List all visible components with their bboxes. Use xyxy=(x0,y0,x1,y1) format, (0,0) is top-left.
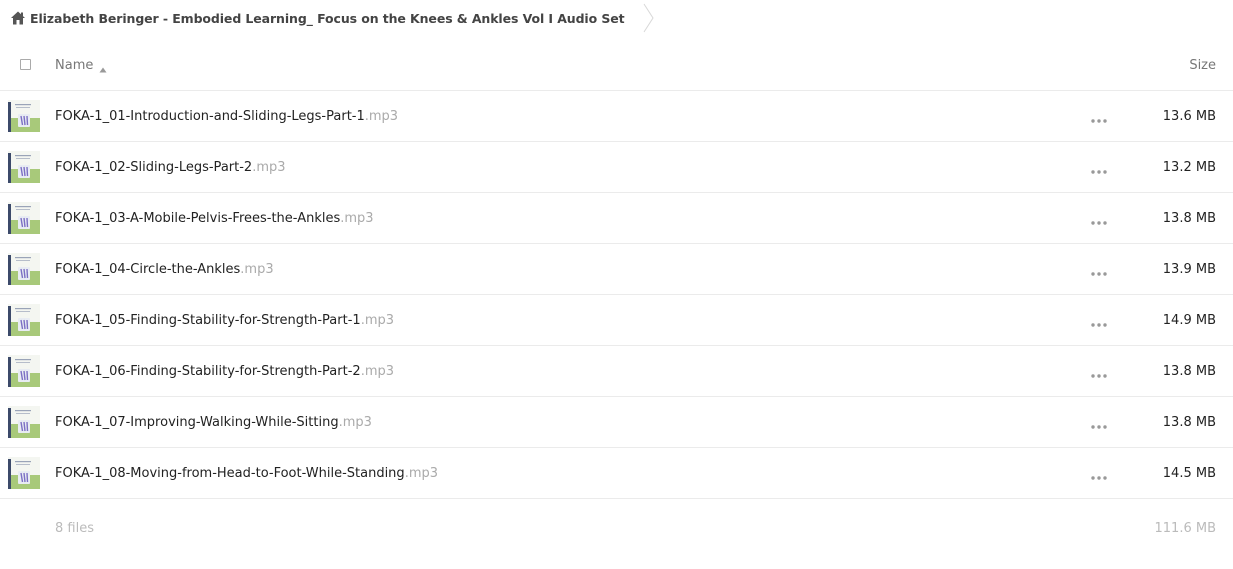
file-basename: FOKA-1_08-Moving-from-Head-to-Foot-While… xyxy=(55,465,405,481)
file-size: 13.9 MB xyxy=(1162,261,1216,277)
table-summary: 8 files 111.6 MB xyxy=(0,499,1233,557)
file-size: 14.5 MB xyxy=(1162,465,1216,481)
file-extension: .mp3 xyxy=(252,159,286,175)
file-basename: FOKA-1_04-Circle-the-Ankles xyxy=(55,261,241,277)
file-name[interactable]: FOKA-1_01-Introduction-and-Sliding-Legs-… xyxy=(55,91,398,141)
breadcrumb-separator-icon xyxy=(643,0,655,36)
file-list: FOKA-1_01-Introduction-and-Sliding-Legs-… xyxy=(0,91,1233,499)
total-size: 111.6 MB xyxy=(1154,520,1216,536)
breadcrumb-folder[interactable]: Elizabeth Beringer - Embodied Learning_ … xyxy=(0,0,643,36)
more-options-icon[interactable] xyxy=(1089,111,1109,123)
file-name[interactable]: FOKA-1_02-Sliding-Legs-Part-2 .mp3 xyxy=(55,142,286,192)
album-art-thumbnail xyxy=(8,253,40,285)
file-extension: .mp3 xyxy=(340,210,374,226)
album-art-thumbnail xyxy=(8,457,40,489)
table-row[interactable]: FOKA-1_01-Introduction-and-Sliding-Legs-… xyxy=(0,91,1233,142)
file-name[interactable]: FOKA-1_04-Circle-the-Ankles .mp3 xyxy=(55,244,274,294)
file-basename: FOKA-1_06-Finding-Stability-for-Strength… xyxy=(55,363,361,379)
more-options-icon[interactable] xyxy=(1089,162,1109,174)
column-header-name[interactable]: Name xyxy=(55,40,107,90)
file-size: 13.8 MB xyxy=(1162,414,1216,430)
breadcrumb: Elizabeth Beringer - Embodied Learning_ … xyxy=(0,0,655,36)
album-art-thumbnail xyxy=(8,355,40,387)
file-basename: FOKA-1_07-Improving-Walking-While-Sittin… xyxy=(55,414,339,430)
file-count: 8 files xyxy=(55,520,94,536)
file-size: 13.8 MB xyxy=(1162,363,1216,379)
file-name[interactable]: FOKA-1_05-Finding-Stability-for-Strength… xyxy=(55,295,394,345)
file-name[interactable]: FOKA-1_06-Finding-Stability-for-Strength… xyxy=(55,346,394,396)
table-row[interactable]: FOKA-1_04-Circle-the-Ankles .mp3 13.9 MB xyxy=(0,244,1233,295)
home-icon xyxy=(10,10,26,26)
more-options-icon[interactable] xyxy=(1089,315,1109,327)
album-art-thumbnail xyxy=(8,304,40,336)
more-options-icon[interactable] xyxy=(1089,264,1109,276)
file-extension: .mp3 xyxy=(404,465,439,481)
file-name[interactable]: FOKA-1_08-Moving-from-Head-to-Foot-While… xyxy=(55,448,438,498)
more-options-icon[interactable] xyxy=(1089,468,1109,480)
file-basename: FOKA-1_02-Sliding-Legs-Part-2 xyxy=(55,159,253,175)
file-extension: .mp3 xyxy=(364,108,399,124)
sort-ascending-icon xyxy=(99,62,107,73)
column-header-name-label: Name xyxy=(55,57,94,73)
table-row[interactable]: FOKA-1_06-Finding-Stability-for-Strength… xyxy=(0,346,1233,397)
album-art-thumbnail xyxy=(8,100,40,132)
table-row[interactable]: FOKA-1_08-Moving-from-Head-to-Foot-While… xyxy=(0,448,1233,499)
file-name[interactable]: FOKA-1_03-A-Mobile-Pelvis-Frees-the-Ankl… xyxy=(55,193,374,243)
file-size: 13.2 MB xyxy=(1162,159,1216,175)
table-row[interactable]: FOKA-1_07-Improving-Walking-While-Sittin… xyxy=(0,397,1233,448)
album-art-thumbnail xyxy=(8,151,40,183)
table-row[interactable]: FOKA-1_02-Sliding-Legs-Part-2 .mp3 13.2 MB xyxy=(0,142,1233,193)
select-all-checkbox[interactable] xyxy=(20,59,31,70)
column-header-size-label: Size xyxy=(1189,57,1216,73)
album-art-thumbnail xyxy=(8,406,40,438)
more-options-icon[interactable] xyxy=(1089,213,1109,225)
file-extension: .mp3 xyxy=(360,363,395,379)
table-row[interactable]: FOKA-1_03-A-Mobile-Pelvis-Frees-the-Ankl… xyxy=(0,193,1233,244)
file-basename: FOKA-1_01-Introduction-and-Sliding-Legs-… xyxy=(55,108,365,124)
file-size: 13.6 MB xyxy=(1162,108,1216,124)
file-size: 13.8 MB xyxy=(1162,210,1216,226)
file-extension: .mp3 xyxy=(360,312,395,328)
file-extension: .mp3 xyxy=(240,261,274,277)
file-name[interactable]: FOKA-1_07-Improving-Walking-While-Sittin… xyxy=(55,397,372,447)
breadcrumb-folder-title: Elizabeth Beringer - Embodied Learning_ … xyxy=(30,10,625,26)
more-options-icon[interactable] xyxy=(1089,366,1109,378)
file-table: Name Size FOKA-1_01-Introduction-and-Sli… xyxy=(0,40,1233,557)
file-extension: .mp3 xyxy=(338,414,372,430)
file-basename: FOKA-1_03-A-Mobile-Pelvis-Frees-the-Ankl… xyxy=(55,210,341,226)
more-options-icon[interactable] xyxy=(1089,417,1109,429)
table-row[interactable]: FOKA-1_05-Finding-Stability-for-Strength… xyxy=(0,295,1233,346)
album-art-thumbnail xyxy=(8,202,40,234)
table-header: Name Size xyxy=(0,40,1233,91)
file-basename: FOKA-1_05-Finding-Stability-for-Strength… xyxy=(55,312,361,328)
column-header-size[interactable]: Size xyxy=(1189,40,1216,90)
file-size: 14.9 MB xyxy=(1162,312,1216,328)
